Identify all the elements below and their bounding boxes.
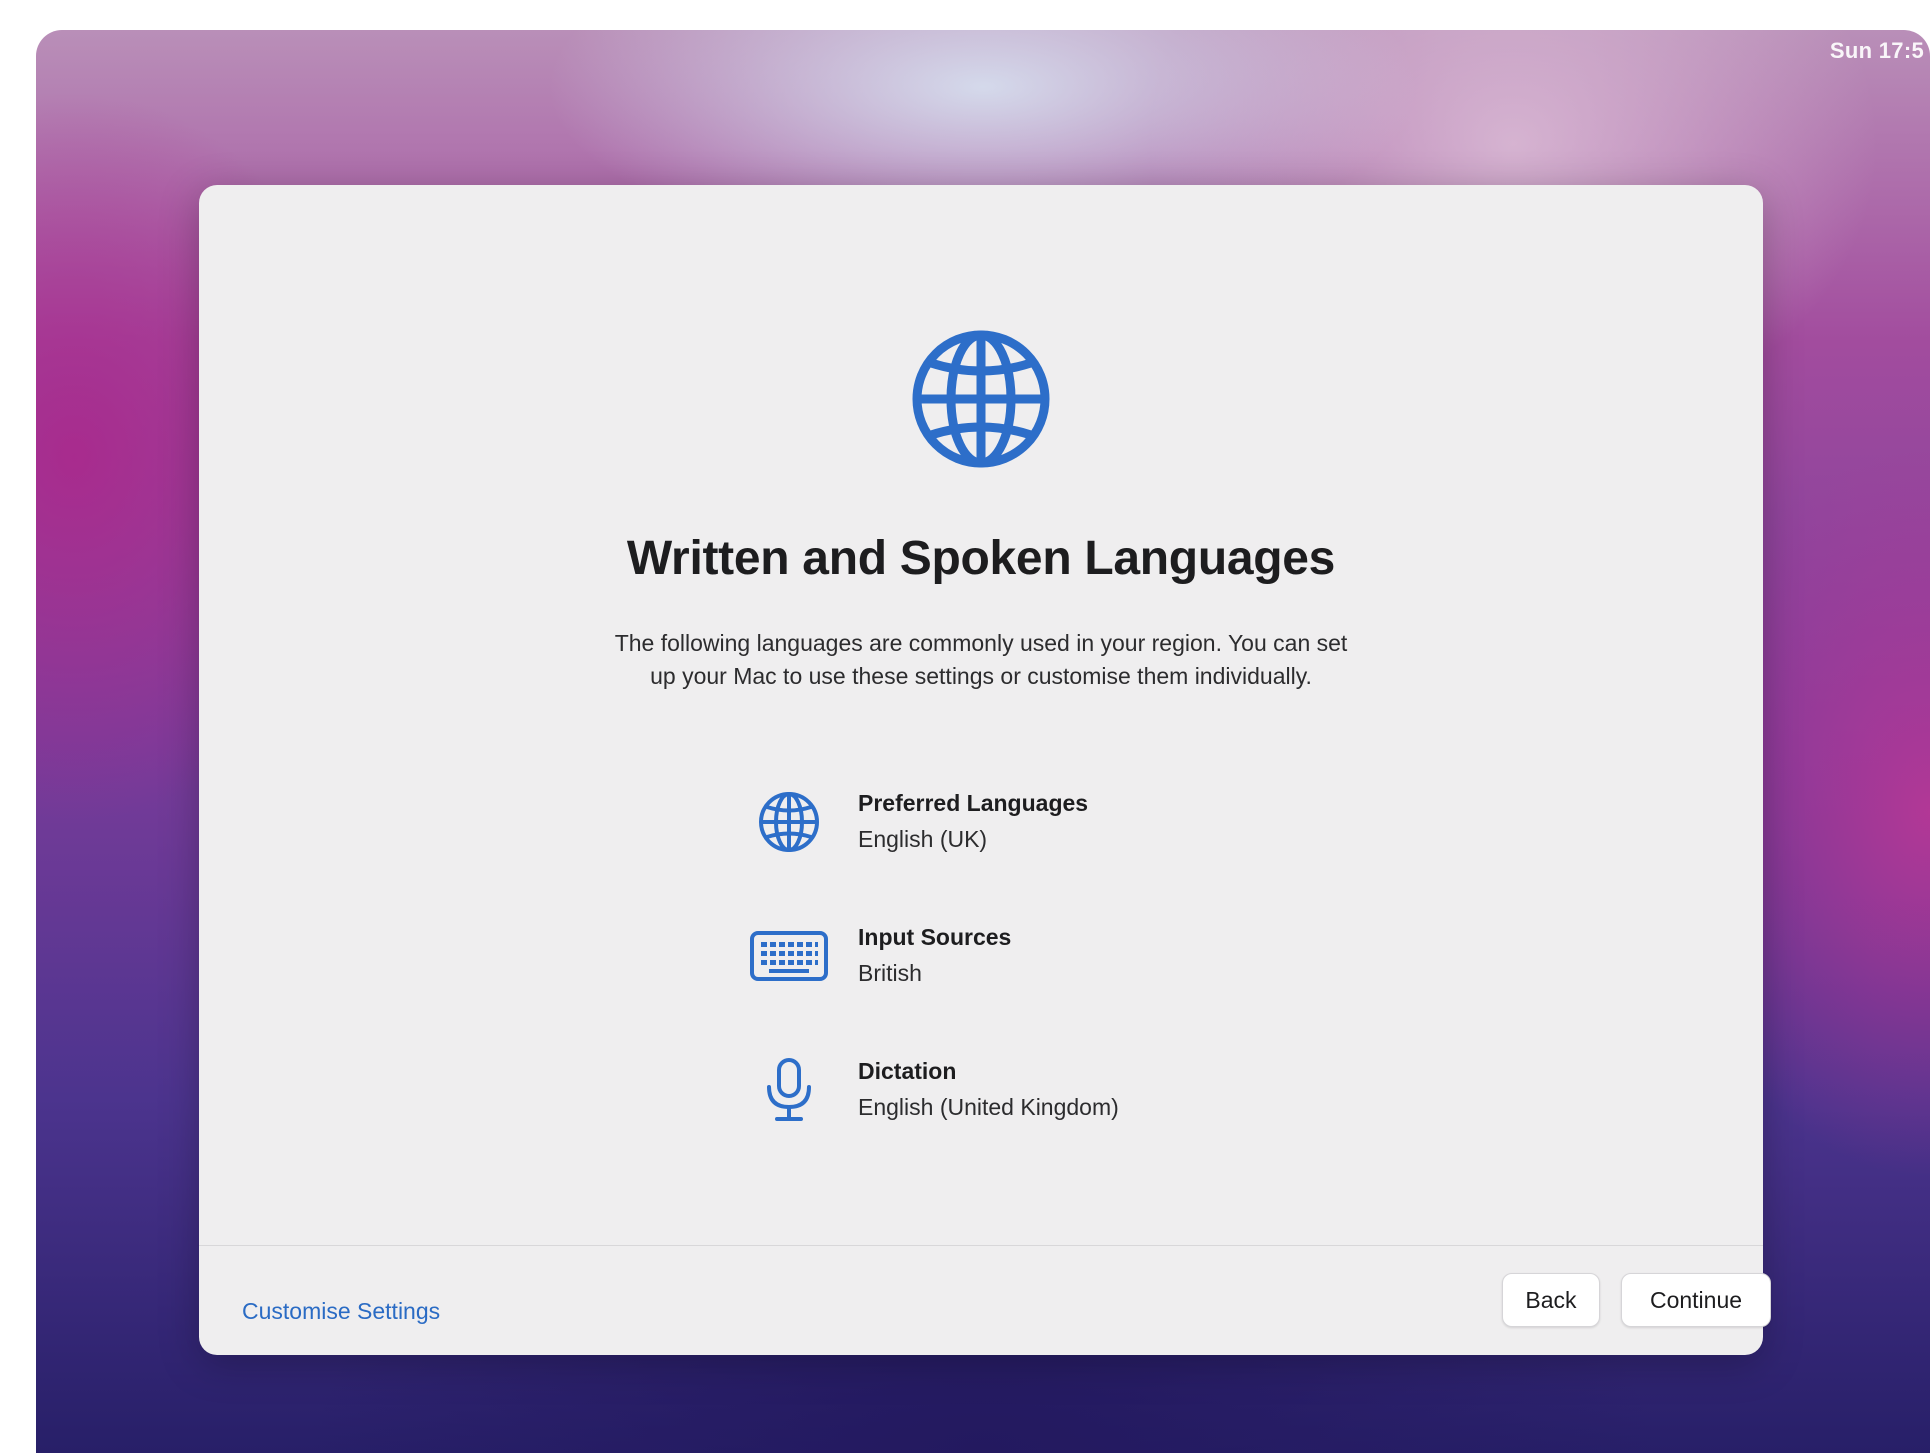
keyboard-icon — [749, 916, 829, 996]
setting-input-sources: Input Sources British — [749, 916, 1349, 996]
setting-value: British — [858, 960, 922, 986]
setting-preferred-languages: Preferred Languages English (UK) — [749, 782, 1349, 862]
globe-icon — [909, 327, 1053, 471]
setting-value: English (United Kingdom) — [858, 1094, 1119, 1120]
desktop-background: Sun 17:5 Written and Spoken Languages Th… — [36, 30, 1930, 1453]
page-description: The following languages are commonly use… — [549, 627, 1413, 693]
description-line-2: up your Mac to use these settings or cus… — [650, 663, 1312, 689]
setting-label: Dictation — [858, 1058, 957, 1084]
setting-label: Preferred Languages — [858, 790, 1089, 816]
globe-icon — [749, 782, 829, 862]
page-title: Written and Spoken Languages — [626, 532, 1336, 585]
setting-dictation: Dictation English (United Kingdom) — [749, 1050, 1349, 1130]
setting-label: Input Sources — [858, 924, 1012, 950]
microphone-icon — [749, 1050, 829, 1130]
description-line-1: The following languages are commonly use… — [614, 630, 1348, 656]
setup-assistant-dialog: Written and Spoken Languages The followi… — [199, 185, 1771, 1355]
menubar-clock: Sun 17:5 — [1829, 38, 1924, 63]
continue-button[interactable]: Continue — [1621, 1273, 1771, 1327]
setting-value: English (UK) — [858, 826, 988, 852]
back-button[interactable]: Back — [1502, 1273, 1600, 1327]
customise-settings-link[interactable]: Customise Settings — [242, 1298, 440, 1325]
footer-divider — [199, 1245, 1763, 1246]
